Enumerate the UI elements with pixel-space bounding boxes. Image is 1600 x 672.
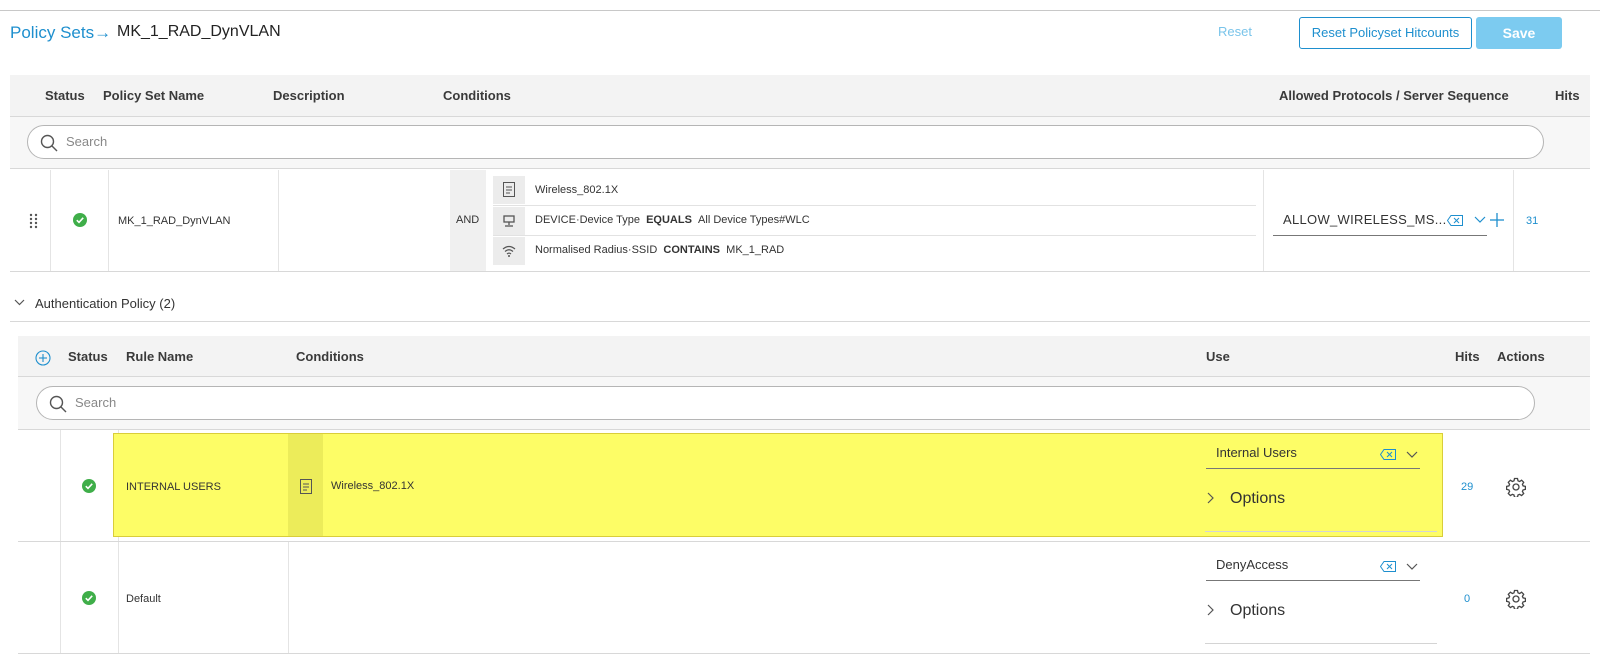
allowed-protocols-value: ALLOW_WIRELESS_MS... [1283,212,1447,227]
rule-name[interactable]: INTERNAL USERS [126,481,221,493]
status-enabled-icon[interactable] [82,479,96,493]
rule-condition[interactable]: Wireless_802.1X [331,480,414,492]
col-hits: Hits [1455,349,1480,364]
page-header: Policy Sets→ MK_1_RAD_DynVLAN Reset Rese… [10,17,1590,52]
col-use: Use [1206,349,1230,364]
policy-sets-table-header: Status Policy Set Name Description Condi… [10,75,1590,117]
col-conditions: Conditions [296,349,364,364]
document-icon [300,479,312,494]
clear-icon[interactable] [1380,449,1396,460]
options-label: Options [1230,490,1286,507]
rule-hits[interactable]: 0 [1464,593,1470,605]
condition-2-icon-cell [493,207,525,235]
rule-name[interactable]: Default [126,593,161,605]
condition-operator: AND [450,170,486,271]
reset-hitcounts-button[interactable]: Reset Policyset Hitcounts [1299,17,1472,49]
save-button[interactable]: Save [1476,17,1562,49]
authentication-policy-title: Authentication Policy (2) [35,296,176,311]
operator-label: AND [456,214,480,226]
status-enabled-icon[interactable] [82,591,96,605]
use-value: DenyAccess [1216,557,1289,572]
policy-set-row: MK_1_RAD_DynVLAN AND Wireless_802.1X DEV… [10,170,1590,272]
add-rule-icon[interactable] [35,350,51,366]
breadcrumb-current: MK_1_RAD_DynVLAN [117,23,281,40]
col-hits: Hits [1555,88,1580,103]
add-icon[interactable] [1490,213,1504,227]
options-toggle[interactable]: Options [1207,602,1285,620]
col-actions: Actions [1497,349,1545,364]
search-placeholder: Search [66,134,108,149]
auth-search-row: Search [18,377,1590,430]
col-policy-set-name: Policy Set Name [103,88,205,103]
policy-set-hits[interactable]: 31 [1526,215,1538,227]
clear-icon[interactable] [1447,215,1463,226]
clear-icon[interactable] [1380,561,1396,572]
search-placeholder: Search [75,395,117,410]
chevron-down-icon[interactable] [1406,563,1418,571]
condition-3-text[interactable]: Normalised Radius·SSID CONTAINS MK_1_RAD [535,244,784,256]
authentication-policy-toggle[interactable]: Authentication Policy (2) [14,296,175,311]
top-divider [0,10,1600,11]
use-value: Internal Users [1216,445,1297,460]
col-description: Description [273,88,345,103]
policy-sets-search-input[interactable]: Search [27,125,1544,159]
chevron-down-icon [14,299,25,306]
condition-1-text[interactable]: Wireless_802.1X [535,184,618,196]
reset-button[interactable]: Reset [1218,24,1252,39]
chevron-down-icon[interactable] [1474,216,1486,224]
use-select[interactable]: Internal Users [1206,437,1420,469]
wifi-icon [502,245,516,257]
search-icon [49,395,67,413]
condition-2-text[interactable]: DEVICE·Device Type EQUALS All Device Typ… [535,214,810,226]
condition-icon-cell [288,434,323,536]
breadcrumb-arrow-icon: → [94,23,112,42]
gear-icon[interactable] [1506,589,1526,609]
policy-sets-search-row: Search [10,117,1590,169]
rule-hits[interactable]: 29 [1461,481,1473,493]
col-status: Status [68,349,108,364]
use-select[interactable]: DenyAccess [1206,549,1420,581]
chevron-down-icon[interactable] [1406,451,1418,459]
col-status: Status [45,88,85,103]
condition-3-icon-cell [493,237,525,265]
col-allowed-protocols: Allowed Protocols / Server Sequence [1279,88,1509,103]
policy-set-name[interactable]: MK_1_RAD_DynVLAN [118,215,231,227]
search-icon [40,134,58,152]
status-enabled-icon[interactable] [73,213,87,227]
condition-1-icon-cell [493,176,525,204]
gear-icon[interactable] [1506,477,1526,497]
chevron-right-icon [1207,492,1214,504]
col-conditions: Conditions [443,88,511,103]
document-icon [503,182,515,197]
options-toggle[interactable]: Options [1207,490,1285,508]
drag-handle-icon[interactable] [29,213,39,229]
options-label: Options [1230,602,1286,619]
col-rule-name: Rule Name [126,349,194,364]
auth-table-header: Status Rule Name Conditions Use Hits Act… [18,336,1590,377]
breadcrumb-policy-sets[interactable]: Policy Sets→ [10,23,111,43]
device-icon [503,215,515,227]
chevron-right-icon [1207,604,1214,616]
auth-search-input[interactable]: Search [36,386,1535,420]
